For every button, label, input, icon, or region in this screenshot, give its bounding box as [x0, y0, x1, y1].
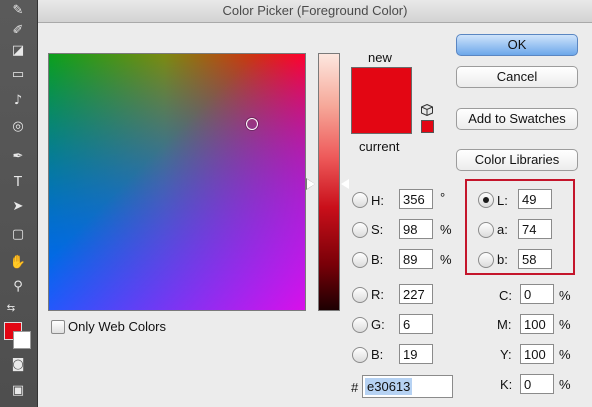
cyan-input[interactable]: 0 — [520, 284, 554, 304]
black-unit: % — [559, 377, 571, 392]
magenta-label: M: — [497, 317, 512, 332]
radio-hue[interactable] — [352, 192, 368, 208]
radio-blue[interactable] — [352, 347, 368, 363]
dodge-icon[interactable]: ♪ — [9, 92, 27, 110]
radio-lightness[interactable] — [478, 192, 494, 208]
hue-input[interactable]: 356 — [399, 189, 433, 209]
b-channel-label: b: — [497, 252, 508, 267]
hex-hash-label: # — [351, 380, 359, 395]
saturation-input[interactable]: 98 — [399, 219, 433, 239]
red-label: R: — [371, 287, 384, 302]
brush-icon[interactable]: ✐ — [9, 22, 27, 40]
radio-a-channel[interactable] — [478, 222, 494, 238]
smudge-icon[interactable]: ◎ — [9, 118, 27, 136]
radio-b-channel[interactable] — [478, 252, 494, 268]
cancel-button[interactable]: Cancel — [456, 66, 578, 88]
magenta-input[interactable]: 100 — [520, 314, 554, 334]
add-to-swatches-button[interactable]: Add to Swatches — [456, 108, 578, 130]
color-field[interactable] — [48, 53, 306, 311]
yellow-unit: % — [559, 347, 571, 362]
black-label: K: — [500, 377, 513, 392]
green-input[interactable]: 6 — [399, 314, 433, 334]
saturation-unit: % — [440, 222, 452, 237]
lightness-input[interactable]: 49 — [518, 189, 552, 209]
lightness-label: L: — [497, 193, 508, 208]
rectangle-icon[interactable]: ▢ — [9, 226, 27, 244]
b-channel-input[interactable]: 58 — [518, 249, 552, 269]
brightness-label: B: — [371, 252, 384, 267]
magenta-unit: % — [559, 317, 571, 332]
quick-mask-icon[interactable]: ◙ — [9, 356, 27, 374]
brightness-unit: % — [440, 252, 452, 267]
out-of-web-gamut-cube-icon[interactable] — [421, 104, 433, 116]
green-label: G: — [371, 317, 385, 332]
current-label: current — [359, 139, 400, 154]
a-channel-input[interactable]: 74 — [518, 219, 552, 239]
path-select-icon[interactable]: ➤ — [9, 198, 27, 216]
saturation-label: S: — [371, 222, 384, 237]
web-safe-color-swatch[interactable] — [421, 120, 434, 133]
cyan-unit: % — [559, 288, 571, 303]
ok-button[interactable]: OK — [456, 34, 578, 56]
color-slider[interactable] — [318, 53, 340, 311]
hue-unit: ° — [440, 190, 446, 205]
screen-mode-icon[interactable]: ▣ — [9, 382, 27, 400]
black-input[interactable]: 0 — [520, 374, 554, 394]
gradient-icon[interactable]: ▭ — [9, 66, 27, 84]
dialog-title: Color Picker (Foreground Color) — [38, 0, 592, 23]
blue-input[interactable]: 19 — [399, 344, 433, 364]
cyan-label: C: — [499, 288, 512, 303]
type-icon[interactable]: T — [9, 174, 27, 192]
swap-colors-icon[interactable]: ⇆ — [2, 300, 20, 318]
radio-saturation[interactable] — [352, 222, 368, 238]
slider-left-arrow-icon[interactable] — [306, 178, 315, 190]
healing-brush-icon[interactable]: ✎ — [9, 2, 27, 20]
yellow-label: Y: — [500, 347, 512, 362]
tool-strip: ✎ ✐ ◪ ▭ ♪ ◎ ✒ T ➤ ▢ ✋ ⚲ ⇆ ◙ ▣ — [0, 0, 38, 407]
zoom-icon[interactable]: ⚲ — [9, 278, 27, 296]
brightness-input[interactable]: 89 — [399, 249, 433, 269]
current-color-swatch[interactable] — [351, 100, 412, 134]
hex-value: e30613 — [365, 378, 413, 395]
only-web-colors-label[interactable]: Only Web Colors — [68, 319, 166, 334]
hand-icon[interactable]: ✋ — [9, 254, 27, 272]
radio-red[interactable] — [352, 287, 368, 303]
new-label: new — [368, 50, 392, 65]
pen-icon[interactable]: ✒ — [9, 148, 27, 166]
radio-green[interactable] — [352, 317, 368, 333]
radio-brightness[interactable] — [352, 252, 368, 268]
red-input[interactable]: 227 — [399, 284, 433, 304]
a-channel-label: a: — [497, 222, 508, 237]
yellow-input[interactable]: 100 — [520, 344, 554, 364]
color-libraries-button[interactable]: Color Libraries — [456, 149, 578, 171]
color-field-gradient-overlay — [49, 54, 305, 310]
hex-input[interactable]: e30613 — [362, 375, 453, 398]
background-color-swatch[interactable] — [13, 331, 31, 349]
only-web-colors-checkbox[interactable] — [51, 320, 65, 334]
blue-label: B: — [371, 347, 384, 362]
eraser-icon[interactable]: ◪ — [9, 42, 27, 60]
hue-label: H: — [371, 193, 384, 208]
color-field-cursor[interactable] — [246, 118, 258, 130]
slider-right-arrow-icon[interactable] — [341, 179, 349, 189]
new-color-swatch — [351, 67, 412, 101]
